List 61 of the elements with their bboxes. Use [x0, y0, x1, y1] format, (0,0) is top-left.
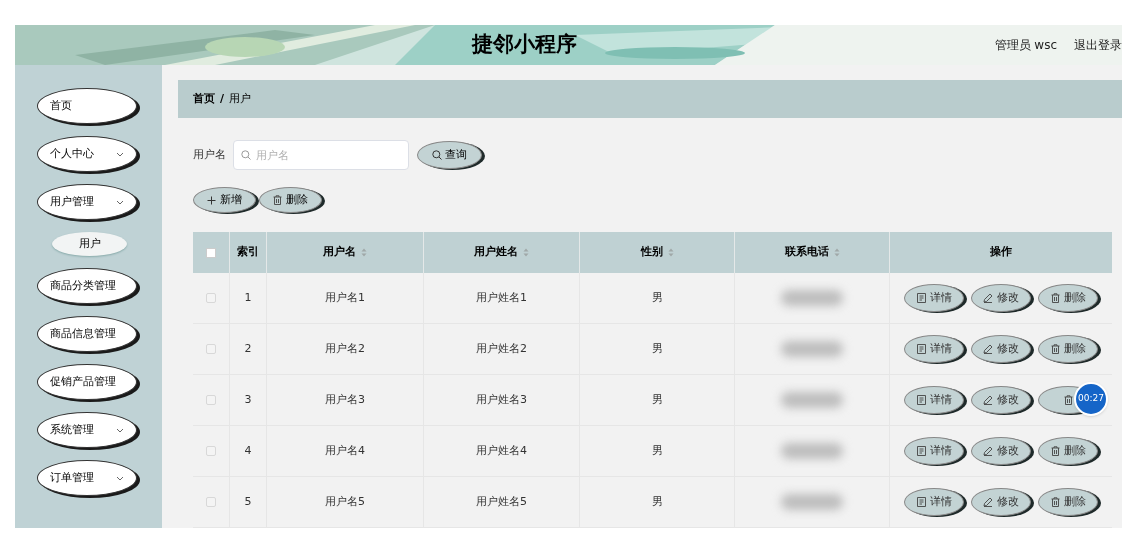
- menu-item[interactable]: 系统管理: [37, 412, 137, 448]
- edit-button[interactable]: 修改: [971, 284, 1031, 312]
- table-cell-text: 男: [651, 442, 663, 459]
- app-title: 捷邻小程序: [472, 31, 578, 59]
- column-header: 性别: [640, 244, 663, 261]
- timer-toast: 00:27: [1074, 382, 1108, 416]
- breadcrumb-item: 用户: [229, 90, 252, 107]
- field-label: 用户名: [193, 146, 226, 163]
- delete-button[interactable]: 删除: [1038, 284, 1098, 312]
- edit-button[interactable]: 修改: [971, 437, 1031, 465]
- submenu-item[interactable]: 用户: [52, 232, 127, 256]
- table-cell-text: 4: [244, 442, 252, 459]
- logout-link[interactable]: 退出登录: [1074, 36, 1122, 54]
- menu-item[interactable]: 首页: [37, 88, 137, 124]
- table-cell-text: 用户姓名2: [476, 340, 527, 357]
- table-cell-text: 用户名1: [325, 289, 365, 306]
- menu-item[interactable]: 商品分类管理: [37, 268, 137, 304]
- table-cell-text: 男: [651, 391, 663, 408]
- edit-button[interactable]: 修改: [971, 335, 1031, 363]
- table-cell-text: 用户名2: [325, 340, 365, 357]
- menu-item[interactable]: 用户管理: [37, 184, 137, 220]
- column-header: 索引: [237, 244, 259, 261]
- table-cell-text: 男: [651, 289, 663, 306]
- table-cell-text: 用户姓名3: [476, 391, 527, 408]
- column-header: 用户姓名: [474, 244, 518, 261]
- column-header: 操作: [990, 244, 1012, 261]
- details-button[interactable]: 详情: [904, 437, 964, 465]
- table-cell-text: 2: [244, 340, 252, 357]
- details-button[interactable]: 详情: [904, 335, 964, 363]
- column-header: 联系电话: [784, 244, 829, 261]
- table-cell-text: 用户姓名1: [476, 289, 527, 306]
- delete-button[interactable]: 删除: [1038, 437, 1098, 465]
- breadcrumb-item[interactable]: 首页: [193, 90, 215, 108]
- table-cell-text: 男: [651, 493, 663, 510]
- menu-item[interactable]: 个人中心: [37, 136, 137, 172]
- search-field[interactable]: 用户名: [233, 140, 409, 170]
- add-button[interactable]: 新增: [193, 187, 256, 213]
- admin-name: 管理员 wsc: [994, 37, 1057, 54]
- details-button[interactable]: 详情: [904, 284, 964, 312]
- details-button[interactable]: 详情: [904, 386, 964, 414]
- delete-button[interactable]: 删除: [1038, 488, 1098, 516]
- table-cell-text: 用户名5: [325, 493, 365, 510]
- delete-button[interactable]: 删除: [1038, 335, 1098, 363]
- menu-item[interactable]: 商品信息管理: [37, 316, 137, 352]
- details-button[interactable]: 详情: [904, 488, 964, 516]
- table-cell-text: 男: [651, 340, 663, 357]
- table-cell-text: 1: [244, 289, 252, 306]
- menu-item[interactable]: 促销产品管理: [37, 364, 137, 400]
- column-header: 用户名: [323, 244, 356, 261]
- breadcrumb-separator: /: [220, 90, 225, 107]
- table-cell-text: 用户姓名4: [476, 442, 527, 459]
- edit-button[interactable]: 修改: [971, 488, 1031, 516]
- table-cell-text: 用户名3: [325, 391, 365, 408]
- edit-button[interactable]: 修改: [971, 386, 1031, 414]
- table-cell-text: 用户姓名5: [476, 493, 527, 510]
- table-cell-text: 用户名4: [325, 442, 365, 459]
- table-cell-text: 5: [244, 493, 252, 510]
- search-button[interactable]: 查询: [417, 141, 482, 169]
- table-cell-text: 3: [244, 391, 252, 408]
- menu-item[interactable]: 订单管理: [37, 460, 137, 496]
- delete-button[interactable]: 删除: [259, 187, 322, 213]
